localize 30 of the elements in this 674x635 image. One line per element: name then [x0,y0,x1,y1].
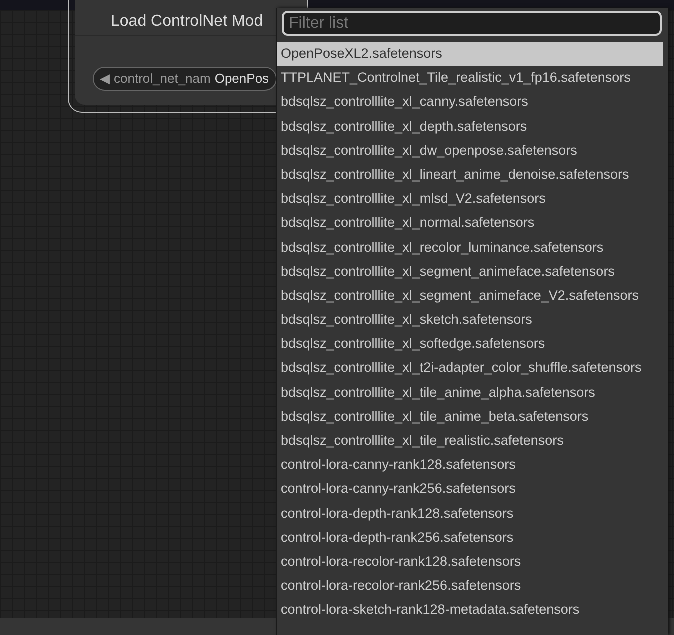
menu-item[interactable]: control-lora-recolor-rank128.safetensors [277,550,663,574]
menu-item[interactable]: bdsqlsz_controlllite_xl_segment_animeface.safetensors [277,260,663,284]
menu-item[interactable]: bdsqlsz_controlllite_xl_t2i-adapter_color_shuffle.safetensors [277,356,663,381]
menu-item[interactable]: bdsqlsz_controlllite_xl_normal.safetensors [277,211,663,236]
menu-item[interactable]: bdsqlsz_controlllite_xl_tile_realistic.safetensors [277,429,663,454]
menu-item[interactable]: bdsqlsz_controlllite_xl_mlsd_V2.safetensors [277,187,663,212]
menu-item[interactable]: bdsqlsz_controlllite_xl_depth.safetensors [277,114,663,139]
menu-item[interactable]: bdsqlsz_controlllite_xl_lineart_anime_denoise.safetensors [277,162,663,188]
menu-item[interactable]: TTPLANET_Controlnet_Tile_realistic_v1_fp16.safetensors [277,66,663,90]
menu-item[interactable]: bdsqlsz_controlllite_xl_softedge.safetensors [277,332,663,356]
menu-item[interactable]: OpenPoseXL2.safetensors [277,42,663,66]
menu-item[interactable]: control-lora-sketch-rank128-metadata.safetensors [277,598,663,622]
menu-item[interactable]: control-lora-depth-rank128.safetensors [277,502,663,526]
menu-item[interactable]: control-lora-recolor-rank256.safetensors [277,574,663,598]
menu-item[interactable]: bdsqlsz_controlllite_xl_recolor_luminance.safetensors [277,236,663,260]
menu-item[interactable]: bdsqlsz_controlllite_xl_tile_anime_beta.safetensors [277,404,663,429]
menu-item[interactable]: control-lora-canny-rank256.safetensors [277,477,663,502]
menu-item[interactable]: control-lora-depth-rank256.safetensors [277,526,663,550]
menu-item[interactable]: bdsqlsz_controlllite_xl_dw_openpose.safetensors [277,138,663,163]
left-arrow-icon[interactable]: ◀ [100,69,110,89]
menu-item[interactable]: bdsqlsz_controlllite_xl_sketch.safetensors [277,308,663,332]
widget-label: control_net_nam [114,70,211,88]
model-selector[interactable]: ◀ control_net_nam OpenPos [93,67,277,91]
widget-value: OpenPos [214,70,270,88]
menu-item[interactable]: bdsqlsz_controlllite_xl_segment_animeface_V2.safetensors [277,284,663,308]
filter-field[interactable]: Filter list [282,11,662,36]
menu-item[interactable]: control-lora-canny-rank128.safetensors [277,453,663,478]
menu-item[interactable]: bdsqlsz_controlllite_xl_tile_anime_alpha.safetensors [277,380,663,405]
menu-item[interactable]: bdsqlsz_controlllite_xl_canny.safetensors [277,90,663,115]
node-title: Load ControlNet Mod [111,12,264,32]
